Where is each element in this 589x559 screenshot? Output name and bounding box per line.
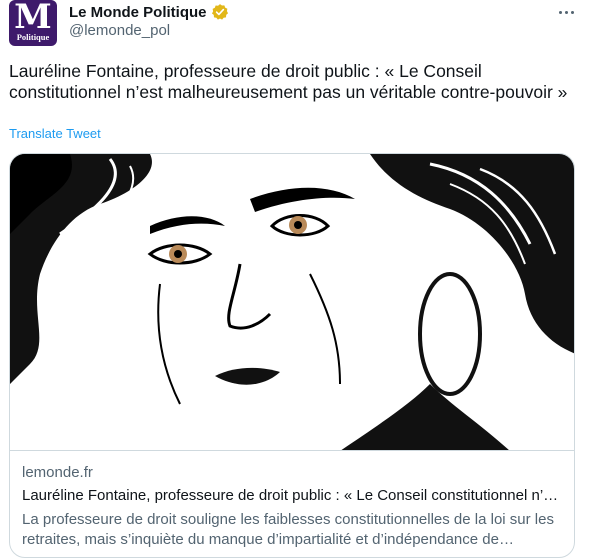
card-domain: lemonde.fr	[22, 464, 93, 481]
link-card[interactable]: lemonde.fr Lauréline Fontaine, professeu…	[9, 153, 575, 558]
portrait-illustration	[10, 154, 574, 450]
account-handle[interactable]: @lemonde_pol	[69, 22, 170, 39]
translate-tweet-link[interactable]: Translate Tweet	[9, 126, 101, 141]
display-name[interactable]: Le Monde Politique	[69, 4, 207, 21]
avatar-caption: Politique	[16, 32, 50, 42]
verified-badge-icon[interactable]	[211, 3, 229, 21]
tweet-header: M Politique Le Monde Politique @lemonde_…	[9, 0, 579, 48]
avatar[interactable]: M Politique	[9, 0, 57, 46]
tweet-text: Lauréline Fontaine, professeure de droit…	[9, 61, 568, 102]
card-meta: lemonde.fr Lauréline Fontaine, professeu…	[22, 463, 562, 550]
name-row: Le Monde Politique	[69, 2, 229, 22]
more-options-icon[interactable]	[555, 4, 577, 20]
card-description: La professeure de droit souligne les fai…	[22, 511, 554, 548]
card-title[interactable]: Lauréline Fontaine, professeure de droit…	[22, 486, 562, 506]
card-image[interactable]	[10, 154, 574, 451]
